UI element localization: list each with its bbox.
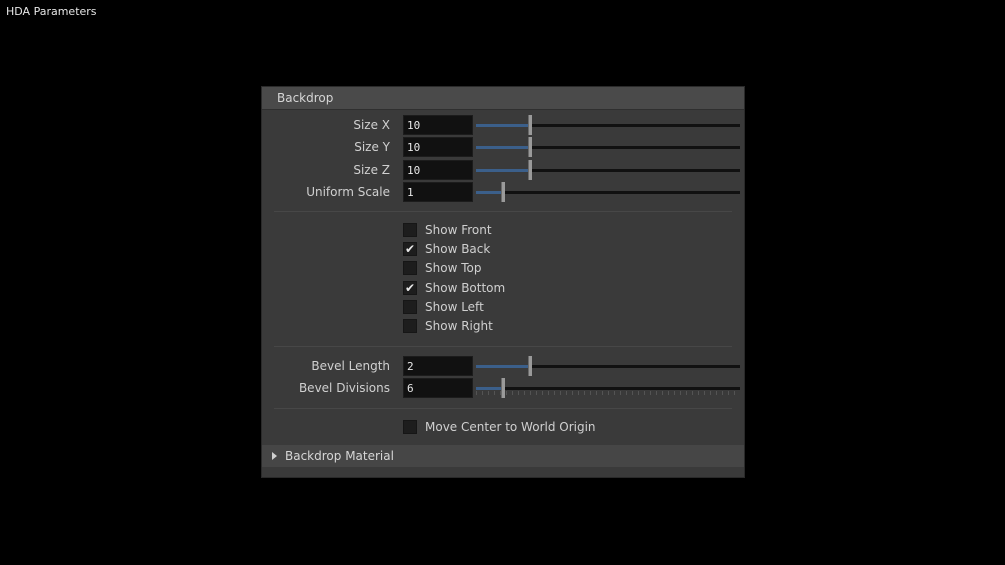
show-bottom-label: Show Bottom xyxy=(425,281,506,295)
size-y-field[interactable]: 10 xyxy=(403,137,473,157)
slider-handle[interactable] xyxy=(528,160,532,180)
size-z-slider[interactable] xyxy=(476,160,740,180)
divider xyxy=(274,346,732,347)
uniform-scale-row: Uniform Scale 1 xyxy=(262,182,744,203)
backdrop-panel: Backdrop Size X 10 Size Y 10 Size Z 10 U… xyxy=(261,86,745,478)
uniform-scale-slider[interactable] xyxy=(476,182,740,202)
divider xyxy=(274,211,732,212)
size-z-row: Size Z 10 xyxy=(262,160,744,181)
show-right-checkbox[interactable] xyxy=(403,319,417,333)
show-back-label: Show Back xyxy=(425,242,491,256)
show-front-checkbox[interactable] xyxy=(403,223,417,237)
show-bottom-checkbox-row[interactable]: ✔ Show Bottom xyxy=(403,279,505,297)
show-left-label: Show Left xyxy=(425,300,484,314)
move-center-label: Move Center to World Origin xyxy=(425,420,596,434)
slider-handle[interactable] xyxy=(528,115,532,135)
show-front-checkbox-row[interactable]: Show Front xyxy=(403,221,492,239)
size-y-slider[interactable] xyxy=(476,137,740,157)
move-center-checkbox[interactable] xyxy=(403,420,417,434)
show-bottom-checkbox[interactable]: ✔ xyxy=(403,281,417,295)
size-x-slider[interactable] xyxy=(476,115,740,135)
size-z-label: Size Z xyxy=(353,163,390,177)
show-top-label: Show Top xyxy=(425,261,482,275)
slider-track xyxy=(476,191,740,194)
bevel-divisions-field[interactable]: 6 xyxy=(403,378,473,398)
show-back-checkbox[interactable]: ✔ xyxy=(403,242,417,256)
size-z-field[interactable]: 10 xyxy=(403,160,473,180)
show-top-checkbox[interactable] xyxy=(403,261,417,275)
divider xyxy=(274,408,732,409)
size-y-label: Size Y xyxy=(354,140,390,154)
show-left-checkbox-row[interactable]: Show Left xyxy=(403,298,484,316)
slider-handle[interactable] xyxy=(501,378,505,398)
slider-track xyxy=(476,387,740,390)
slider-fill xyxy=(476,146,529,149)
slider-handle[interactable] xyxy=(501,182,505,202)
size-x-label: Size X xyxy=(353,118,390,132)
uniform-scale-label: Uniform Scale xyxy=(306,185,390,199)
backdrop-material-folder[interactable]: Backdrop Material xyxy=(262,445,744,467)
show-right-label: Show Right xyxy=(425,319,493,333)
bevel-divisions-row: Bevel Divisions 6 xyxy=(262,378,744,399)
size-y-row: Size Y 10 xyxy=(262,137,744,158)
size-x-row: Size X 10 xyxy=(262,115,744,136)
window-title: HDA Parameters xyxy=(6,5,97,18)
bevel-length-field[interactable]: 2 xyxy=(403,356,473,376)
slider-ticks xyxy=(476,391,740,395)
panel-header[interactable]: Backdrop xyxy=(262,87,744,110)
slider-handle[interactable] xyxy=(528,356,532,376)
slider-fill xyxy=(476,365,529,368)
move-center-checkbox-row[interactable]: Move Center to World Origin xyxy=(403,418,596,436)
expand-arrow-icon[interactable] xyxy=(272,452,277,460)
bevel-length-slider[interactable] xyxy=(476,356,740,376)
show-front-label: Show Front xyxy=(425,223,492,237)
slider-fill xyxy=(476,387,502,390)
bevel-length-row: Bevel Length 2 xyxy=(262,356,744,377)
size-x-field[interactable]: 10 xyxy=(403,115,473,135)
bevel-divisions-label: Bevel Divisions xyxy=(298,381,390,395)
panel-title: Backdrop xyxy=(277,91,334,105)
show-back-checkbox-row[interactable]: ✔ Show Back xyxy=(403,240,490,258)
bevel-divisions-slider[interactable] xyxy=(476,378,740,398)
slider-fill xyxy=(476,191,502,194)
slider-fill xyxy=(476,169,529,172)
show-left-checkbox[interactable] xyxy=(403,300,417,314)
show-top-checkbox-row[interactable]: Show Top xyxy=(403,259,481,277)
slider-handle[interactable] xyxy=(528,137,532,157)
uniform-scale-field[interactable]: 1 xyxy=(403,182,473,202)
bevel-length-label: Bevel Length xyxy=(311,359,390,373)
show-right-checkbox-row[interactable]: Show Right xyxy=(403,317,493,335)
backdrop-material-label: Backdrop Material xyxy=(285,449,394,463)
slider-fill xyxy=(476,124,529,127)
